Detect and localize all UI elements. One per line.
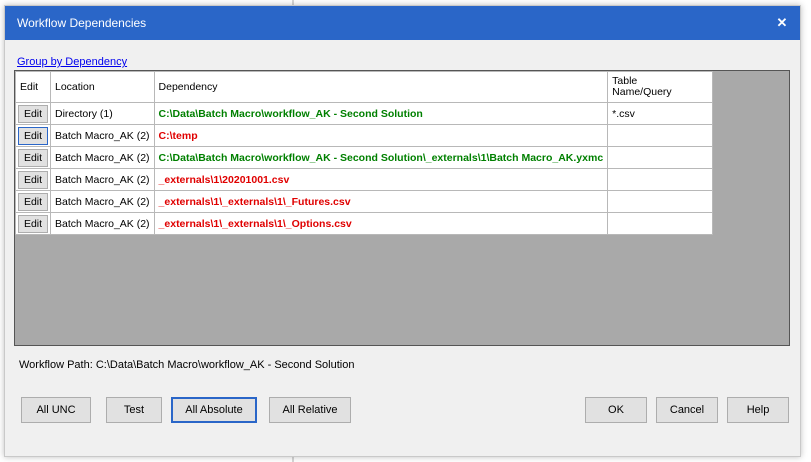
dependency-cell[interactable]: _externals\1\20201001.csv bbox=[153, 168, 609, 191]
ok-button[interactable]: OK bbox=[585, 397, 647, 423]
dependency-cell[interactable]: C:\Data\Batch Macro\workflow_AK - Second… bbox=[153, 146, 609, 169]
edit-button[interactable]: Edit bbox=[18, 214, 48, 233]
table-name-cell[interactable] bbox=[607, 124, 714, 147]
location-cell[interactable]: Batch Macro_AK (2) bbox=[50, 168, 155, 191]
dialog-titlebar[interactable]: Workflow Dependencies ✕ bbox=[5, 6, 800, 40]
table-row[interactable]: Edit Directory (1) C:\Data\Batch Macro\wor… bbox=[15, 102, 714, 125]
table-name-cell[interactable] bbox=[607, 146, 714, 169]
column-header-table-name[interactable]: Table Name/Query bbox=[607, 71, 714, 103]
table-body: Edit Directory (1) C:\Data\Batch Macro\wor… bbox=[15, 102, 714, 235]
edit-cell: Edit bbox=[15, 102, 51, 125]
edit-cell: Edit bbox=[15, 168, 51, 191]
test-button[interactable]: Test bbox=[106, 397, 162, 423]
table-row[interactable]: Edit Batch Macro_AK (2) _externals\1\_exte… bbox=[15, 212, 714, 235]
column-header-location[interactable]: Location bbox=[50, 71, 155, 103]
location-cell[interactable]: Batch Macro_AK (2) bbox=[50, 146, 155, 169]
dependency-cell[interactable]: C:\temp bbox=[153, 124, 609, 147]
dependency-cell[interactable]: _externals\1\_externals\1\_Options.csv bbox=[153, 212, 609, 235]
dialog-title: Workflow Dependencies bbox=[17, 16, 147, 30]
column-header-edit[interactable]: Edit bbox=[15, 71, 51, 103]
edit-button[interactable]: Edit bbox=[18, 104, 48, 123]
dependency-cell[interactable]: _externals\1\_externals\1\_Futures.csv bbox=[153, 190, 609, 213]
edit-button[interactable]: Edit bbox=[18, 170, 48, 189]
dependency-cell[interactable]: C:\Data\Batch Macro\workflow_AK - Second… bbox=[153, 102, 609, 125]
edit-cell: Edit bbox=[15, 212, 51, 235]
table-row[interactable]: Edit Batch Macro_AK (2) _externals\1\_exte… bbox=[15, 190, 714, 213]
table-row[interactable]: Edit Batch Macro_AK (2) C:\Data\Batch Macr… bbox=[15, 146, 714, 169]
table-name-cell[interactable]: *.csv bbox=[607, 102, 714, 125]
table-header-row: Edit Location Dependency Table Name/Quer… bbox=[15, 71, 714, 103]
table-row[interactable]: Edit Batch Macro_AK (2) C:\temp bbox=[15, 124, 714, 147]
all-unc-button[interactable]: All UNC bbox=[21, 397, 91, 423]
dependencies-grid[interactable]: Edit Location Dependency Table Name/Quer… bbox=[14, 70, 790, 346]
column-header-table-line2: Name/Query bbox=[612, 86, 672, 98]
table-name-cell[interactable] bbox=[607, 212, 714, 235]
edit-cell: Edit bbox=[15, 146, 51, 169]
all-relative-button[interactable]: All Relative bbox=[269, 397, 351, 423]
dependencies-table: Edit Location Dependency Table Name/Quer… bbox=[15, 71, 714, 235]
cancel-button[interactable]: Cancel bbox=[656, 397, 718, 423]
table-name-cell[interactable] bbox=[607, 190, 714, 213]
edit-button[interactable]: Edit bbox=[18, 192, 48, 211]
location-cell[interactable]: Directory (1) bbox=[50, 102, 155, 125]
help-button[interactable]: Help bbox=[727, 397, 789, 423]
edit-button[interactable]: Edit bbox=[18, 126, 48, 145]
workflow-dependencies-dialog: Workflow Dependencies ✕ Group by Depende… bbox=[4, 5, 801, 457]
edit-cell: Edit bbox=[15, 190, 51, 213]
location-cell[interactable]: Batch Macro_AK (2) bbox=[50, 212, 155, 235]
location-cell[interactable]: Batch Macro_AK (2) bbox=[50, 190, 155, 213]
all-absolute-button[interactable]: All Absolute bbox=[171, 397, 257, 423]
edit-cell: Edit bbox=[15, 124, 51, 147]
table-row[interactable]: Edit Batch Macro_AK (2) _externals\1\20201… bbox=[15, 168, 714, 191]
workflow-path-label: Workflow Path: C:\Data\Batch Macro\workf… bbox=[19, 359, 355, 371]
group-by-dependency-link[interactable]: Group by Dependency bbox=[17, 56, 127, 68]
location-cell[interactable]: Batch Macro_AK (2) bbox=[50, 124, 155, 147]
column-header-dependency[interactable]: Dependency bbox=[153, 71, 609, 103]
table-name-cell[interactable] bbox=[607, 168, 714, 191]
edit-button[interactable]: Edit bbox=[18, 148, 48, 167]
close-icon[interactable]: ✕ bbox=[772, 13, 792, 33]
